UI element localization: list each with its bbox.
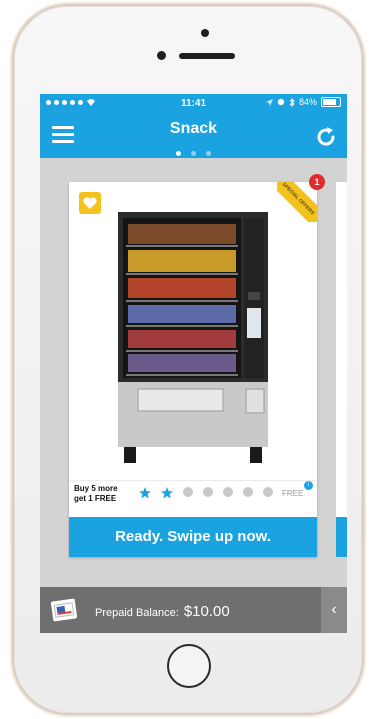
balance-text: Prepaid Balance: $10.00 <box>95 603 230 620</box>
refresh-icon <box>317 127 335 146</box>
prepaid-balance-bar[interactable]: Prepaid Balance: $10.00 ‹ <box>40 587 347 633</box>
star-icon <box>161 487 173 499</box>
page-dot <box>191 151 196 156</box>
battery-icon <box>321 97 341 107</box>
page-dot <box>206 151 212 156</box>
balance-label: Prepaid Balance: <box>95 607 179 619</box>
promo-text: Buy 5 more get 1 FREE <box>74 484 118 503</box>
chevron-left-icon[interactable]: ‹ <box>321 587 347 633</box>
next-card-action <box>336 517 347 557</box>
vending-machine-card[interactable]: SPECIAL OFFERS Buy 5 more get 1 FREE FRE… <box>69 182 317 557</box>
balance-amount: $10.00 <box>183 603 230 620</box>
home-button[interactable] <box>167 644 211 688</box>
refresh-button[interactable] <box>313 124 339 150</box>
info-icon[interactable]: i <box>304 481 313 490</box>
star-icon <box>139 487 151 499</box>
nav-bar: Snack <box>40 114 347 158</box>
earpiece-speaker <box>179 53 235 59</box>
next-card-peek[interactable] <box>336 182 347 557</box>
prepaid-card-icon <box>50 598 78 622</box>
empty-stamp-dot <box>203 487 213 497</box>
empty-stamp-dot <box>243 487 253 497</box>
status-right-icons: 84% <box>265 97 341 107</box>
bluetooth-icon <box>289 97 295 107</box>
front-sensor <box>157 51 166 60</box>
free-label: FREE <box>282 489 304 498</box>
status-bar: 11:41 84% <box>40 94 347 114</box>
favorite-badge[interactable] <box>79 192 101 214</box>
page-indicator <box>40 143 347 161</box>
empty-stamp-dot <box>183 487 193 497</box>
page-dot <box>175 151 181 156</box>
battery-percent: 84% <box>298 97 317 107</box>
swipe-up-button[interactable]: Ready. Swipe up now. <box>69 517 317 557</box>
vending-machine-image <box>118 212 268 463</box>
loyalty-stamps <box>139 487 273 499</box>
empty-stamp-dot <box>263 487 273 497</box>
location-icon <box>265 98 273 106</box>
heart-icon <box>83 197 97 209</box>
front-camera <box>201 29 209 37</box>
empty-stamp-dot <box>223 487 233 497</box>
alarm-icon <box>277 98 285 106</box>
offer-count-badge: 1 <box>309 174 325 190</box>
loyalty-promo: Buy 5 more get 1 FREE FREE i <box>69 480 317 505</box>
page-title: Snack <box>169 120 218 137</box>
app-screen: 11:41 84% Snack 1 SPECIAL OFFERS Buy 5 m… <box>40 94 347 633</box>
